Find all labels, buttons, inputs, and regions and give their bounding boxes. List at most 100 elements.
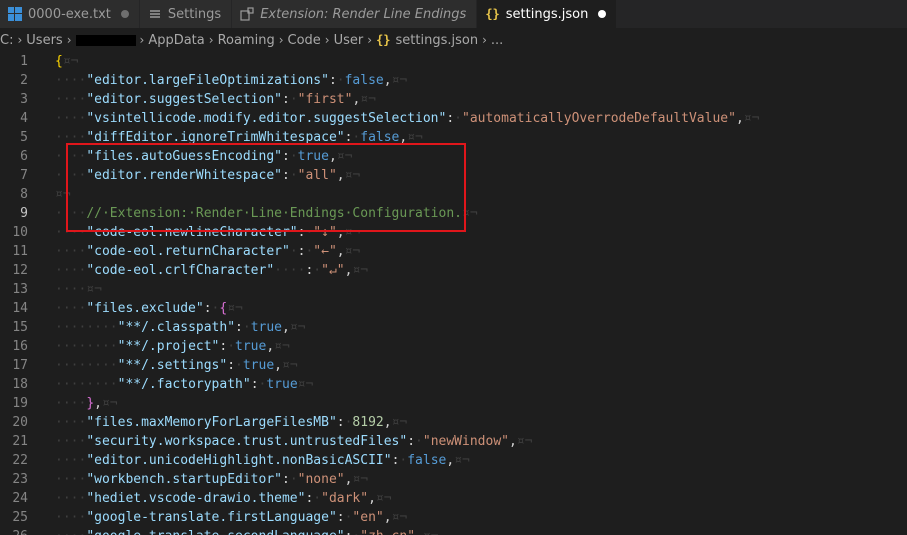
code-token: · (454, 111, 462, 126)
code-line[interactable]: 23 ····"workbench.startupEditor":·"none",… (0, 470, 907, 489)
code-token: ···· (55, 244, 87, 259)
breadcrumb-item[interactable]: AppData (148, 33, 204, 48)
breadcrumb-item[interactable]: Code (288, 33, 321, 48)
line-number: 24 (12, 491, 28, 506)
line-number: 3 (20, 92, 28, 107)
code-line[interactable]: 15 ········"**/.classpath":·true,¤¬ (0, 318, 907, 337)
line-number: 13 (12, 282, 28, 297)
line-number: 23 (12, 472, 28, 487)
tab-label: Extension: Render Line Endings (260, 6, 467, 22)
code-line[interactable]: 2 ····"editor.largeFileOptimizations":·fa… (0, 71, 907, 90)
tab-4[interactable]: {} settings.json (477, 0, 618, 28)
code-line[interactable]: 7 ····"editor.renderWhitespace":·"all",¤¬ (0, 166, 907, 185)
code-line[interactable]: 24 ····"hediet.vscode-drawio.theme":·"dar… (0, 489, 907, 508)
code-token: ···· (55, 168, 87, 183)
tab-3[interactable]: Extension: Render Line Endings (232, 0, 478, 28)
tab-1[interactable]: 0000-exe.txt (0, 0, 140, 28)
code-editor[interactable]: 1 {¤¬ 2 ····"editor.largeFileOptimizations"… (0, 52, 907, 535)
code-token: ¤¬ (336, 149, 353, 164)
code-line[interactable]: 10 ····"code-eol.newlineCharacter":·"↓",¤… (0, 223, 907, 242)
code-token: ····¤¬ (55, 282, 102, 297)
breadcrumb-item[interactable]: ... (491, 33, 503, 48)
breadcrumb-item[interactable]: Users (26, 33, 62, 48)
line-number: 21 (12, 434, 28, 449)
code-token: ¤¬ (462, 206, 478, 221)
code-line[interactable]: 18 ········"**/.factorypath":·true¤¬ (0, 375, 907, 394)
code-line[interactable]: 25 ····"google-translate.firstLanguage":·… (0, 508, 907, 527)
code-line[interactable]: 1 {¤¬ (0, 52, 907, 71)
code-token: , (368, 491, 376, 506)
unsaved-dot-icon[interactable] (598, 10, 607, 18)
code-token: { (55, 54, 63, 69)
code-line[interactable]: 16 ········"**/.project":·true,¤¬ (0, 337, 907, 356)
code-token: "zh-cn" (360, 529, 415, 535)
code-line[interactable]: 17 ········"**/.settings":·true,¤¬ (0, 356, 907, 375)
code-line[interactable]: 21 ····"security.workspace.trust.untruste… (0, 432, 907, 451)
code-line[interactable]: 11 ····"code-eol.returnCharacter"·:·"←",¤… (0, 242, 907, 261)
code-line[interactable]: 8 ¤¬ (0, 185, 907, 204)
code-line[interactable]: 3 ····"editor.suggestSelection":·"first",… (0, 90, 907, 109)
line-number: 4 (20, 111, 28, 126)
tab-2[interactable]: Settings (139, 0, 233, 28)
code-line[interactable]: 19 ····},¤¬ (0, 394, 907, 413)
code-token: "google-translate.firstLanguage" (86, 510, 337, 525)
line-number: 25 (12, 510, 28, 525)
code-line[interactable]: 22 ····"editor.unicodeHighlight.nonBasicA… (0, 451, 907, 470)
code-line[interactable]: 5 ····"diffEditor.ignoreTrimWhitespace":·… (0, 128, 907, 147)
code-token: "←" (313, 244, 337, 259)
code-line[interactable]: 12 ····"code-eol.crlfCharacter"····:·"↵",… (0, 261, 907, 280)
code-token: false (407, 453, 447, 468)
code-token: ···· (55, 130, 87, 145)
code-token: ···· (55, 263, 87, 278)
code-line[interactable]: 20 ····"files.maxMemoryForLargeFilesMB":·… (0, 413, 907, 432)
line-number: 19 (12, 396, 28, 411)
code-token: : (235, 320, 243, 335)
code-text: ····"google-translate.secondLanguage":·"… (55, 527, 439, 535)
line-number: 6 (20, 149, 28, 164)
code-line[interactable]: 6 ····"files.autoGuessEncoding":·true,¤¬ (0, 147, 907, 166)
code-text: ····"vsintellicode.modify.editor.suggest… (55, 109, 759, 128)
line-number: 8 (20, 187, 28, 202)
code-token: , (336, 225, 345, 240)
code-line[interactable]: 14 ····"files.exclude":·{¤¬ (0, 299, 907, 318)
line-number: 14 (12, 301, 28, 316)
line-number: 18 (12, 377, 28, 392)
code-token: ···· (55, 225, 87, 240)
code-token: : (281, 92, 290, 107)
line-number: 12 (12, 263, 28, 278)
code-token: "files.autoGuessEncoding" (86, 149, 282, 164)
code-token: · (289, 472, 298, 487)
code-token: , (336, 168, 345, 183)
breadcrumb-item[interactable]: Roaming (218, 33, 275, 48)
code-token: "**/.settings" (117, 358, 228, 373)
code-token: "files.maxMemoryForLargeFilesMB" (86, 415, 337, 430)
code-token: , (383, 510, 392, 525)
line-number: 17 (12, 358, 28, 373)
code-token: · (242, 320, 251, 335)
breadcrumb-item[interactable]: settings.json (396, 33, 479, 48)
vertical-scrollbar[interactable] (893, 52, 907, 535)
code-token: : (336, 415, 345, 430)
code-text: ····"files.exclude":·{¤¬ (55, 299, 243, 318)
code-line[interactable]: 26 ····"google-translate.secondLanguage":… (0, 527, 907, 535)
code-token: · (289, 244, 298, 259)
code-token: ¤¬ (282, 358, 298, 373)
code-token: ···· (55, 396, 87, 411)
code-token: "editor.suggestSelection" (86, 92, 282, 107)
code-token: "↓" (313, 225, 337, 240)
breadcrumb-item[interactable]: User (334, 33, 364, 48)
tab-label: Settings (167, 6, 222, 22)
breadcrumb-item[interactable]: C: (0, 33, 13, 48)
unsaved-dot-icon[interactable] (120, 10, 129, 18)
code-text: ····"google-translate.firstLanguage":·"e… (55, 508, 407, 527)
code-line[interactable]: 13 ····¤¬ (0, 280, 907, 299)
code-token: ¤¬ (352, 472, 369, 487)
code-token: true (297, 149, 329, 164)
code-text: ····"files.autoGuessEncoding":·true,¤¬ (55, 147, 352, 166)
code-token: "editor.unicodeHighlight.nonBasicASCII" (86, 453, 392, 468)
code-line[interactable]: 4 ····"vsintellicode.modify.editor.sugges… (0, 109, 907, 128)
code-line[interactable]: 9 ····//·Extension:·Render·Line·Endings·C… (0, 204, 907, 223)
code-token: ········ (55, 320, 118, 335)
chevron-right-icon: › (208, 33, 214, 47)
code-token: : (281, 472, 290, 487)
